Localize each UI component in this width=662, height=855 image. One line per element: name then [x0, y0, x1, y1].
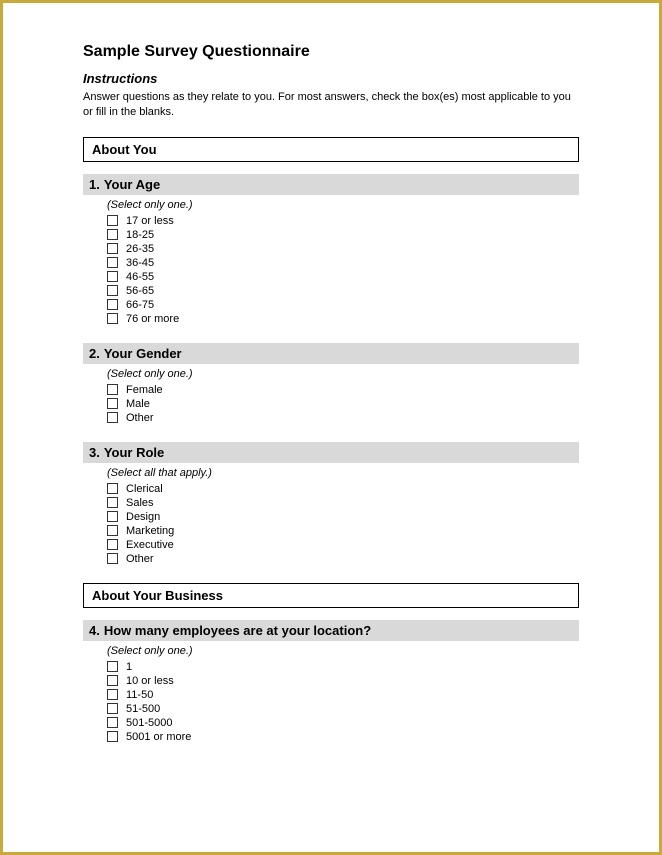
- option-label: 17 or less: [126, 215, 174, 227]
- list-item: 46-55: [107, 271, 579, 283]
- question-number-0-1: 2.: [89, 346, 100, 361]
- checkbox-icon[interactable]: [107, 313, 118, 324]
- option-label: 501-5000: [126, 717, 173, 729]
- list-item: Design: [107, 511, 579, 523]
- option-label: 5001 or more: [126, 731, 191, 743]
- option-label: 10 or less: [126, 675, 174, 687]
- option-label: 46-55: [126, 271, 154, 283]
- checkbox-icon[interactable]: [107, 717, 118, 728]
- checkbox-icon[interactable]: [107, 257, 118, 268]
- checkbox-icon[interactable]: [107, 229, 118, 240]
- question-title-text-0-2: Your Role: [104, 445, 164, 460]
- list-item: Male: [107, 398, 579, 410]
- list-item: Clerical: [107, 483, 579, 495]
- option-label: Marketing: [126, 525, 174, 537]
- question-number-0-0: 1.: [89, 177, 100, 192]
- list-item: 56-65: [107, 285, 579, 297]
- question-block-0-0: 1. Your Age (Select only one.) 17 or less 18…: [83, 174, 579, 325]
- option-label: Female: [126, 384, 163, 396]
- question-number-0-2: 3.: [89, 445, 100, 460]
- list-item: 1: [107, 661, 579, 673]
- list-item: 5001 or more: [107, 731, 579, 743]
- option-label: 51-500: [126, 703, 160, 715]
- page-title: Sample Survey Questionnaire: [83, 43, 579, 61]
- option-label: 26-35: [126, 243, 154, 255]
- list-item: Sales: [107, 497, 579, 509]
- list-item: Executive: [107, 539, 579, 551]
- list-item: Marketing: [107, 525, 579, 537]
- option-label: Male: [126, 398, 150, 410]
- list-item: 18-25: [107, 229, 579, 241]
- option-label: Design: [126, 511, 160, 523]
- question-subtitle-0-2: (Select all that apply.): [107, 467, 579, 479]
- option-label: 56-65: [126, 285, 154, 297]
- list-item: 10 or less: [107, 675, 579, 687]
- question-block-0-1: 2. Your Gender (Select only one.) Female Mal…: [83, 343, 579, 424]
- list-item: 17 or less: [107, 215, 579, 227]
- question-title-row-0-2: 3. Your Role: [83, 442, 579, 463]
- list-item: 11-50: [107, 689, 579, 701]
- option-label: Other: [126, 412, 154, 424]
- checkbox-icon[interactable]: [107, 299, 118, 310]
- question-block-1-0: 4. How many employees are at your locatio…: [83, 620, 579, 743]
- list-item: 36-45: [107, 257, 579, 269]
- list-item: 26-35: [107, 243, 579, 255]
- question-subtitle-0-0: (Select only one.): [107, 199, 579, 211]
- option-label: Sales: [126, 497, 154, 509]
- question-title-text-1-0: How many employees are at your location?: [104, 623, 371, 638]
- question-number-1-0: 4.: [89, 623, 100, 638]
- page-content: Sample Survey Questionnaire Instructions…: [3, 3, 659, 801]
- checkbox-icon[interactable]: [107, 731, 118, 742]
- option-label: 66-75: [126, 299, 154, 311]
- question-subtitle-0-1: (Select only one.): [107, 368, 579, 380]
- question-title-text-0-1: Your Gender: [104, 346, 182, 361]
- checkbox-icon[interactable]: [107, 689, 118, 700]
- checkbox-icon[interactable]: [107, 285, 118, 296]
- checkbox-icon[interactable]: [107, 215, 118, 226]
- question-title-text-0-0: Your Age: [104, 177, 160, 192]
- checkbox-icon[interactable]: [107, 483, 118, 494]
- section-header-about-your-business: About Your Business: [83, 583, 579, 608]
- list-item: 76 or more: [107, 313, 579, 325]
- option-label: 11-50: [126, 689, 153, 701]
- checkbox-icon[interactable]: [107, 661, 118, 672]
- option-label: Clerical: [126, 483, 163, 495]
- option-label: Other: [126, 553, 154, 565]
- question-title-row-0-0: 1. Your Age: [83, 174, 579, 195]
- list-item: Female: [107, 384, 579, 396]
- checkbox-icon[interactable]: [107, 675, 118, 686]
- option-label: 76 or more: [126, 313, 179, 325]
- list-item: Other: [107, 553, 579, 565]
- section-header-about-you: About You: [83, 137, 579, 162]
- list-item: 51-500: [107, 703, 579, 715]
- page-border: Sample Survey Questionnaire Instructions…: [0, 0, 662, 855]
- instructions-heading: Instructions: [83, 71, 579, 86]
- instructions-text: Answer questions as they relate to you. …: [83, 90, 579, 121]
- checkbox-icon[interactable]: [107, 398, 118, 409]
- checkbox-icon[interactable]: [107, 539, 118, 550]
- list-item: Other: [107, 412, 579, 424]
- question-title-row-0-1: 2. Your Gender: [83, 343, 579, 364]
- checkbox-icon[interactable]: [107, 497, 118, 508]
- question-title-row-1-0: 4. How many employees are at your locatio…: [83, 620, 579, 641]
- checkbox-icon[interactable]: [107, 384, 118, 395]
- option-label: 36-45: [126, 257, 154, 269]
- option-label: 18-25: [126, 229, 154, 241]
- question-block-0-2: 3. Your Role (Select all that apply.) Cleri…: [83, 442, 579, 565]
- checkbox-icon[interactable]: [107, 525, 118, 536]
- question-subtitle-1-0: (Select only one.): [107, 645, 579, 657]
- option-label: 1: [126, 661, 132, 673]
- checkbox-icon[interactable]: [107, 412, 118, 423]
- list-item: 66-75: [107, 299, 579, 311]
- checkbox-icon[interactable]: [107, 511, 118, 522]
- checkbox-icon[interactable]: [107, 271, 118, 282]
- checkbox-icon[interactable]: [107, 243, 118, 254]
- sections-container: About You 1. Your Age (Select only one.) 17 …: [83, 137, 579, 743]
- checkbox-icon[interactable]: [107, 553, 118, 564]
- checkbox-icon[interactable]: [107, 703, 118, 714]
- option-label: Executive: [126, 539, 174, 551]
- list-item: 501-5000: [107, 717, 579, 729]
